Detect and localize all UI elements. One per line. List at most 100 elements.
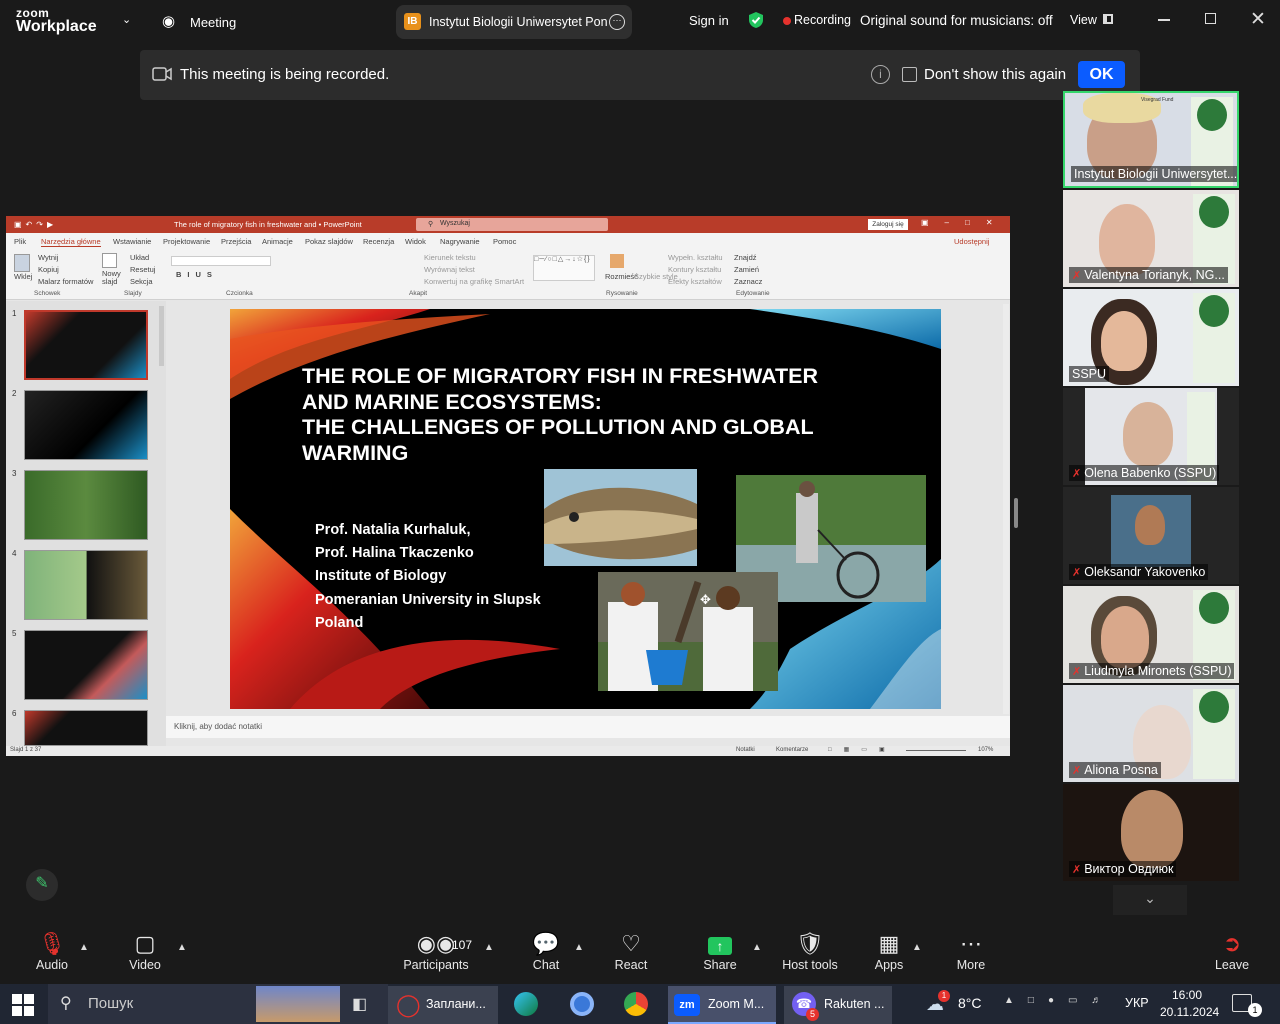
video-button[interactable]: ▢ Video — [124, 930, 166, 972]
close-icon[interactable]: ✕ — [1250, 8, 1266, 31]
sign-in-link[interactable]: Sign in — [689, 13, 729, 28]
participant-tile[interactable]: ✗ Valentyna Torianyk, NG... — [1063, 190, 1239, 287]
clock-time[interactable]: 16:00 — [1172, 988, 1202, 1002]
chevron-up-icon[interactable]: ▲ — [752, 942, 762, 953]
shape-outline-button[interactable]: Kontury kształtu — [668, 265, 721, 274]
chevron-up-icon[interactable]: ▲ — [177, 942, 187, 953]
recording-status[interactable]: Recording — [794, 13, 851, 27]
split-view-handle[interactable] — [1014, 498, 1018, 528]
gallery-scroll-down-icon[interactable]: ⌄ — [1113, 885, 1187, 915]
ribbon-tab[interactable]: Plik — [14, 237, 26, 246]
ribbon-tab[interactable]: Przejścia — [221, 237, 251, 246]
apps-button[interactable]: ▦ Apps — [870, 930, 908, 972]
meeting-menu[interactable]: Meeting — [190, 15, 236, 30]
comments-toggle[interactable]: Komentarze — [776, 747, 808, 753]
ppt-login-button[interactable]: Zaloguj się — [868, 219, 908, 230]
chevron-down-icon[interactable]: ⌄ — [122, 13, 131, 26]
chevron-up-icon[interactable]: ▲ — [912, 942, 922, 953]
ribbon-tab[interactable]: Animacje — [262, 237, 293, 246]
quick-access-icons[interactable]: ▣↶↷▶ — [14, 220, 57, 229]
participant-tile[interactable]: ✗ Liudmyla Mironets (SSPU) — [1063, 586, 1239, 683]
minimize-icon[interactable] — [1158, 19, 1170, 21]
more-button[interactable]: ⋯ More — [952, 930, 990, 972]
replace-button[interactable]: Zamień — [734, 265, 759, 274]
slide-thumbnail[interactable] — [24, 310, 148, 380]
host-tools-button[interactable]: 🛡 Host tools — [780, 930, 840, 972]
ok-button[interactable]: OK — [1078, 61, 1125, 88]
slide-thumbnail[interactable] — [24, 470, 148, 540]
participant-tile[interactable]: ✗ Oleksandr Yakovenko — [1063, 487, 1239, 584]
ppt-search-box[interactable]: ⚲ Wyszukaj — [416, 218, 608, 231]
notes-toggle[interactable]: Notatki — [736, 747, 755, 753]
new-slide-icon[interactable] — [102, 253, 117, 268]
ribbon-tab[interactable]: Recenzja — [363, 237, 394, 246]
chevron-up-icon[interactable]: ▲ — [79, 942, 89, 953]
taskbar-app-zoom[interactable]: zm Zoom M... — [668, 986, 776, 1024]
weather-temp[interactable]: 8°C — [958, 995, 982, 1011]
reset-button[interactable]: Resetuj — [130, 265, 155, 274]
thumb-scrollbar[interactable] — [159, 306, 164, 366]
shield-check-icon[interactable] — [748, 11, 764, 29]
view-mode-icons[interactable]: □▦▭▣ — [828, 746, 897, 753]
zoom-level[interactable]: 107% — [978, 747, 993, 753]
shape-effects-button[interactable]: Efekty kształtów — [668, 277, 722, 286]
shape-fill-button[interactable]: Wypełn. kształtu — [668, 253, 723, 262]
participant-tile[interactable]: ✗ Aliona Posna — [1063, 685, 1239, 782]
layout-button[interactable]: Układ — [130, 253, 149, 262]
ribbon-tab[interactable]: Nagrywanie — [440, 237, 480, 246]
participant-tile[interactable]: ✗ Olena Babenko (SSPU) — [1063, 388, 1239, 485]
shapes-gallery[interactable]: □─∕○□△→↓☆{} — [533, 255, 595, 281]
audio-button[interactable]: 🎙 Audio — [32, 930, 72, 972]
leave-button[interactable]: ➲ Leave — [1212, 930, 1252, 972]
ribbon-tab[interactable]: Projektowanie — [163, 237, 210, 246]
ribbon-tab[interactable]: Wstawianie — [113, 237, 151, 246]
chevron-up-icon[interactable]: ▲ — [574, 942, 584, 953]
tray-icons[interactable]: ▲□●▭♬ — [1004, 995, 1115, 1006]
select-button[interactable]: Zaznacz — [734, 277, 762, 286]
arrange-label[interactable]: Rozmieść — [605, 272, 638, 281]
restore-icon[interactable] — [1205, 13, 1216, 24]
keyboard-language[interactable]: УКР — [1125, 996, 1149, 1010]
slide-thumbnail[interactable] — [24, 550, 148, 620]
cut-button[interactable]: Wytnij — [38, 253, 58, 262]
paste-label[interactable]: Wklej — [14, 272, 32, 281]
format-painter-button[interactable]: Malarz formatów — [38, 277, 93, 286]
clock-date[interactable]: 20.11.2024 — [1160, 1005, 1219, 1019]
original-sound-toggle[interactable]: Original sound for musicians: off — [860, 13, 1053, 28]
meeting-tab[interactable]: IB Instytut Biologii Uniwersytet Pon ··· — [396, 5, 632, 39]
taskbar-search-box[interactable]: ⚲ Пошук — [48, 984, 388, 1024]
ribbon-tab[interactable]: Pomoc — [493, 237, 516, 246]
smartart-button[interactable]: Konwertuj na grafikę SmartArt — [424, 277, 524, 286]
dont-show-checkbox[interactable] — [902, 67, 917, 82]
participant-tile[interactable]: Visegrad Fund Instytut Biologii Uniwersy… — [1063, 91, 1239, 188]
ribbon-tab-active[interactable]: Narzędzia główne — [41, 237, 101, 247]
slide-thumbnail[interactable] — [24, 390, 148, 460]
text-direction-button[interactable]: Kierunek tekstu — [424, 253, 476, 262]
taskbar-app-opera[interactable]: ◯ Заплани... — [388, 986, 498, 1024]
paste-icon[interactable] — [14, 254, 30, 272]
dont-show-label[interactable]: Don't show this again — [924, 66, 1066, 83]
ppt-share-button[interactable]: Udostępnij — [954, 237, 989, 246]
notes-pane[interactable]: Kliknij, aby dodać notatki — [166, 716, 1010, 738]
slide-thumbnail[interactable] — [24, 710, 148, 746]
find-button[interactable]: Znajdź — [734, 253, 757, 262]
ppt-window-controls[interactable]: ▣–□✕ — [921, 218, 1009, 227]
slide-scrollbar[interactable] — [1003, 304, 1009, 714]
annotate-pencil-icon[interactable]: ✎ — [26, 869, 58, 901]
chromium-icon[interactable] — [570, 992, 594, 1016]
participant-tile[interactable]: ✗ Виктор Овдиюк — [1063, 784, 1239, 881]
zoom-slider[interactable] — [906, 750, 966, 751]
font-family-select[interactable] — [171, 256, 271, 266]
chat-button[interactable]: 💬 Chat — [528, 930, 564, 972]
info-icon[interactable]: i — [871, 65, 890, 84]
section-button[interactable]: Sekcja — [130, 277, 153, 286]
new-slide-label[interactable]: Nowy slajd — [102, 270, 122, 286]
windows-start-icon[interactable] — [12, 994, 34, 1016]
ribbon-tab[interactable]: Widok — [405, 237, 426, 246]
ribbon-tab[interactable]: Pokaz slajdów — [305, 237, 353, 246]
participant-tile[interactable]: SSPU — [1063, 289, 1239, 386]
font-style-buttons[interactable]: BIUS — [176, 270, 218, 279]
react-button[interactable]: ♡ React — [612, 930, 650, 972]
slide-thumbnail[interactable] — [24, 630, 148, 700]
edge-icon[interactable] — [514, 992, 538, 1016]
